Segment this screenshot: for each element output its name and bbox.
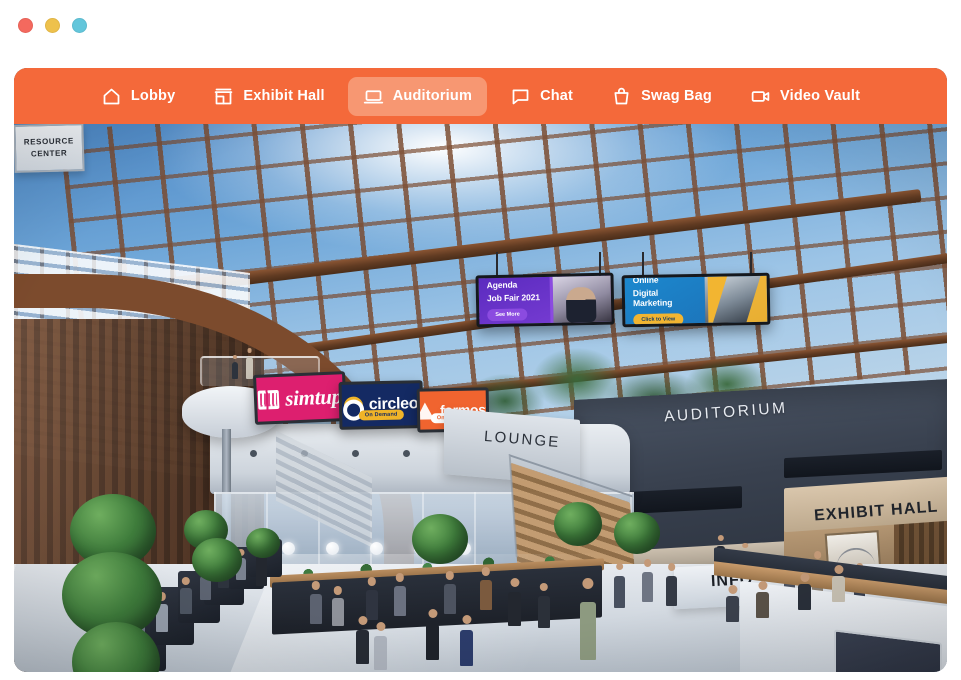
ad-screen-digital-marketing[interactable]: Online Digital Marketing Click to View: [621, 272, 771, 328]
person-seated: [366, 590, 378, 620]
person-walking: [256, 556, 267, 586]
person-seated: [508, 592, 521, 626]
resource-center-text: RESOURCE CENTER: [23, 136, 75, 159]
nav-label-lobby: Lobby: [130, 87, 176, 104]
app-window: Lobby Exhibit Hall Auditorium Chat Swag …: [14, 68, 947, 672]
close-button[interactable]: [18, 18, 33, 33]
sponsor-inner: simtup: [256, 374, 344, 422]
nav-item-video-vault[interactable]: Video Vault: [735, 77, 875, 116]
person-seated: [394, 586, 406, 616]
person-seated: [356, 630, 369, 664]
ad-hanger: [642, 252, 644, 276]
person: [232, 362, 238, 379]
ad-title-line2: Job Fair 2021: [486, 292, 541, 304]
person-seated: [310, 594, 322, 624]
indoor-tree: [614, 512, 660, 554]
nav-label-swag-bag: Swag Bag: [641, 87, 712, 104]
sponsor-cta-circleo[interactable]: On Demand: [358, 409, 404, 421]
sponsor-board-simtup[interactable]: simtup: [252, 371, 348, 425]
ad-title-line1: Agenda: [486, 279, 518, 291]
minimize-button[interactable]: [45, 18, 60, 33]
bag-icon: [611, 86, 632, 107]
topiary-tree: [246, 528, 280, 558]
ad-photo-laptop-user: [704, 275, 768, 323]
soffit-light: [250, 449, 257, 457]
chat-icon: [510, 86, 531, 107]
person-seated: [726, 596, 739, 622]
nav-item-swag-bag[interactable]: Swag Bag: [596, 77, 727, 116]
person-seated: [460, 630, 473, 666]
ad-copy-marketing: Online Digital Marketing Click to View: [625, 275, 705, 326]
person-standing: [614, 576, 625, 608]
nav-item-exhibit-hall[interactable]: Exhibit Hall: [198, 77, 339, 116]
ad-cta-see-more[interactable]: See More: [487, 308, 528, 321]
person-seated: [180, 588, 192, 614]
nav-label-video-vault: Video Vault: [780, 87, 861, 104]
person: [246, 357, 253, 379]
pendant-light: [370, 542, 383, 555]
person-seated: [798, 584, 811, 610]
ad-title-line2: Digital Marketing: [632, 287, 673, 308]
indoor-tree: [412, 514, 468, 564]
nav-item-lobby[interactable]: Lobby: [86, 77, 191, 116]
ad-copy-agenda: Agenda Job Fair 2021 See More: [479, 277, 551, 324]
person-seated: [444, 584, 456, 614]
ad-title-line1: Online: [632, 275, 659, 286]
nav-label-auditorium: Auditorium: [392, 87, 473, 104]
home-icon: [101, 86, 122, 107]
sponsor-board-circleo[interactable]: circleo On Demand: [338, 380, 424, 430]
person-standing: [666, 576, 677, 606]
store-icon: [213, 86, 234, 107]
laptop-icon: [363, 86, 384, 107]
main-navigation: Lobby Exhibit Hall Auditorium Chat Swag …: [14, 68, 947, 124]
venue-scene[interactable]: Agenda Job Fair 2021 See More Online Dig…: [14, 124, 947, 672]
sponsor-inner: circleo On Demand: [342, 383, 421, 427]
pendant-light: [326, 542, 339, 555]
soffit-light: [403, 449, 410, 457]
ad-cta-click-to-view[interactable]: Click to View: [633, 312, 684, 326]
nav-label-exhibit-hall: Exhibit Hall: [243, 87, 325, 104]
window-controls: [18, 18, 87, 33]
topiary-tree: [192, 538, 242, 582]
video-cam-icon: [750, 86, 771, 107]
sponsor-name-simtup: simtup: [284, 383, 343, 411]
person-seated: [538, 596, 550, 628]
person-seated: [332, 598, 344, 626]
person-seated: [832, 576, 845, 602]
simtup-logo-icon: [257, 389, 280, 410]
nav-item-auditorium[interactable]: Auditorium: [347, 76, 488, 116]
person-seated: [756, 592, 769, 618]
ad-hanger: [496, 252, 498, 276]
person-seated: [426, 624, 439, 660]
sign-resource-center: RESOURCE CENTER: [14, 124, 85, 173]
person-seated: [480, 580, 492, 610]
nav-item-chat[interactable]: Chat: [495, 77, 588, 116]
indoor-tree: [554, 502, 602, 546]
person-walking: [580, 602, 596, 660]
person-standing: [642, 572, 653, 602]
ad-photo-speaker: [549, 275, 612, 323]
virtual-event-app: Lobby Exhibit Hall Auditorium Chat Swag …: [0, 0, 961, 680]
ad-screen-agenda[interactable]: Agenda Job Fair 2021 See More: [475, 272, 615, 328]
nav-label-chat: Chat: [540, 87, 574, 104]
soffit-light: [352, 449, 359, 457]
person-seated: [374, 636, 387, 670]
maximize-button[interactable]: [72, 18, 87, 33]
